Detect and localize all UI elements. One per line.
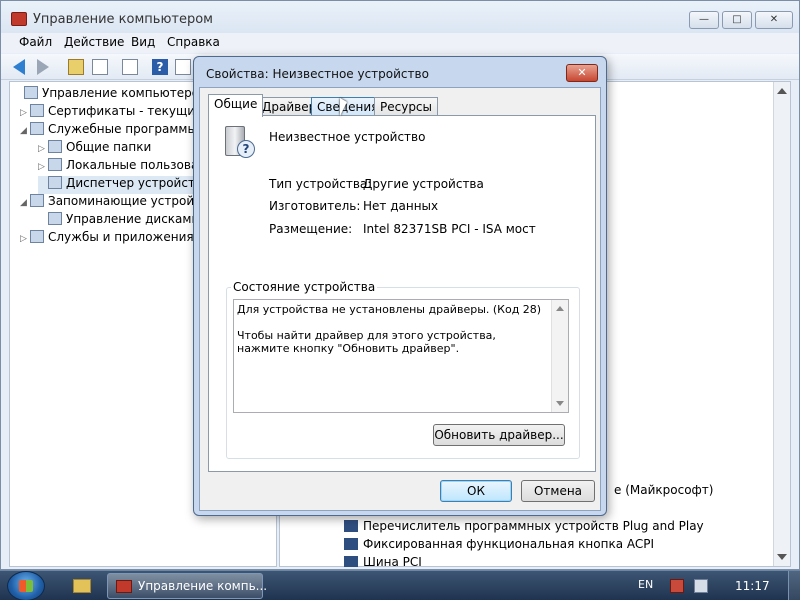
- tab-general[interactable]: Общие: [208, 94, 264, 117]
- location-value: Intel 82371SB PCI - ISA мост: [363, 222, 536, 236]
- device-type-value: Другие устройства: [363, 177, 484, 191]
- system-device-icon: [344, 520, 358, 532]
- mouse-cursor-icon: [340, 98, 347, 116]
- system-device-icon: [344, 538, 358, 550]
- list-item[interactable]: Шина PCI: [344, 555, 422, 567]
- scroll-up-icon[interactable]: [556, 306, 564, 311]
- expand-icon[interactable]: ▷: [38, 144, 48, 154]
- taskbar-item-computer-management[interactable]: Управление компь...: [107, 573, 267, 599]
- menu-bar: Файл Действие Вид Справка: [1, 33, 799, 53]
- tree-item-local-users[interactable]: ▷ Локальные пользовате: [38, 158, 213, 176]
- device-type-label: Тип устройства:: [269, 177, 372, 191]
- tree-item-disk-management[interactable]: Управление дисками: [38, 212, 199, 230]
- scroll-down-icon[interactable]: [556, 401, 564, 406]
- device-status-textbox[interactable]: Для устройства не установлены драйверы. …: [233, 299, 569, 413]
- tree-item-services[interactable]: ▷ Службы и приложения: [20, 230, 194, 248]
- taskbar: Управление компь... EN 11:17: [0, 570, 800, 600]
- up-folder-icon[interactable]: [67, 58, 85, 76]
- back-arrow-icon[interactable]: [11, 58, 29, 76]
- scroll-down-icon[interactable]: [777, 554, 787, 560]
- computer-management-app-icon: [116, 580, 132, 593]
- device-status-text: Для устройства не установлены драйверы. …: [237, 303, 542, 355]
- computer-management-icon: [24, 86, 38, 99]
- dialog-body: Общие Драйвер Сведения Ресурсы ? Неизвес…: [199, 87, 601, 511]
- device-name: Неизвестное устройство: [269, 130, 426, 144]
- vertical-scrollbar[interactable]: [773, 82, 790, 566]
- manufacturer-label: Изготовитель:: [269, 199, 361, 213]
- manufacturer-value: Нет данных: [363, 199, 439, 213]
- view-icon[interactable]: [174, 58, 192, 76]
- title-bar[interactable]: Управление компьютером — □ ✕: [1, 1, 799, 33]
- services-icon: [30, 230, 44, 243]
- window-title: Управление компьютером: [33, 12, 213, 27]
- collapse-icon[interactable]: ◢: [20, 198, 30, 208]
- device-properties-dialog: Свойства: Неизвестное устройство ✕ Общие…: [193, 56, 607, 516]
- explorer-taskbar-button[interactable]: [62, 574, 102, 598]
- device-status-group: Состояние устройства Для устройства не у…: [226, 280, 580, 459]
- help-icon[interactable]: ?: [151, 58, 169, 76]
- ok-button[interactable]: ОК: [440, 480, 512, 502]
- tools-icon: [30, 122, 44, 135]
- tree-item-device-manager[interactable]: Диспетчер устройств: [38, 176, 203, 194]
- folder-icon: [73, 579, 91, 593]
- system-device-icon: [344, 556, 358, 567]
- menu-action[interactable]: Действие: [64, 35, 124, 49]
- expand-icon[interactable]: ▷: [20, 234, 30, 244]
- general-tab-page: ? Неизвестное устройство Тип устройства:…: [208, 115, 596, 472]
- tree-item-shared-folders[interactable]: ▷ Общие папки: [38, 140, 151, 158]
- tree-item-system-tools[interactable]: ◢ Служебные программы: [20, 122, 197, 140]
- menu-help[interactable]: Справка: [167, 35, 220, 49]
- windows-logo-icon: [19, 580, 33, 592]
- menu-view[interactable]: Вид: [131, 35, 155, 49]
- disk-management-icon: [48, 212, 62, 225]
- device-list-fragment: е (Майкрософт): [614, 483, 714, 497]
- properties-icon[interactable]: [121, 58, 139, 76]
- language-indicator[interactable]: EN: [638, 578, 653, 591]
- menu-file[interactable]: Файл: [19, 35, 52, 49]
- tree-item-certificates[interactable]: ▷ Сертификаты - текущий п: [20, 104, 215, 122]
- tree-item-storage[interactable]: ◢ Запоминающие устройст: [20, 194, 208, 212]
- close-button[interactable]: ✕: [755, 11, 793, 29]
- list-item[interactable]: Перечислитель программных устройств Plug…: [344, 519, 704, 533]
- clock[interactable]: 11:17: [735, 579, 770, 593]
- action-center-icon[interactable]: [670, 579, 684, 593]
- minimize-button[interactable]: —: [689, 11, 719, 29]
- cancel-button[interactable]: Отмена: [521, 480, 595, 502]
- caption-buttons: — □ ✕: [689, 11, 793, 29]
- scroll-up-icon[interactable]: [777, 88, 787, 94]
- console-tree-icon[interactable]: [91, 58, 109, 76]
- start-button[interactable]: [7, 571, 45, 600]
- computer-management-app-icon: [11, 12, 27, 26]
- location-label: Размещение:: [269, 222, 353, 236]
- unknown-device-icon: ?: [223, 126, 257, 158]
- list-item[interactable]: Фиксированная функциональная кнопка ACPI: [344, 537, 654, 551]
- volume-muted-icon[interactable]: [694, 579, 708, 593]
- certificates-icon: [30, 104, 44, 117]
- device-status-title: Состояние устройства: [231, 280, 378, 294]
- users-icon: [48, 158, 62, 171]
- tab-resources[interactable]: Ресурсы: [374, 97, 439, 116]
- show-desktop-button[interactable]: [788, 571, 800, 600]
- shared-folder-icon: [48, 140, 62, 153]
- dialog-close-button[interactable]: ✕: [566, 64, 598, 82]
- dialog-title: Свойства: Неизвестное устройство: [206, 67, 429, 81]
- expand-icon[interactable]: ▷: [20, 108, 30, 118]
- device-manager-icon: [48, 176, 62, 189]
- status-scrollbar[interactable]: [551, 300, 568, 412]
- update-driver-button[interactable]: Обновить драйвер...: [433, 424, 565, 446]
- maximize-button[interactable]: □: [722, 11, 752, 29]
- collapse-icon[interactable]: ◢: [20, 126, 30, 136]
- expand-icon[interactable]: ▷: [38, 162, 48, 172]
- storage-icon: [30, 194, 44, 207]
- forward-arrow-icon[interactable]: [33, 58, 51, 76]
